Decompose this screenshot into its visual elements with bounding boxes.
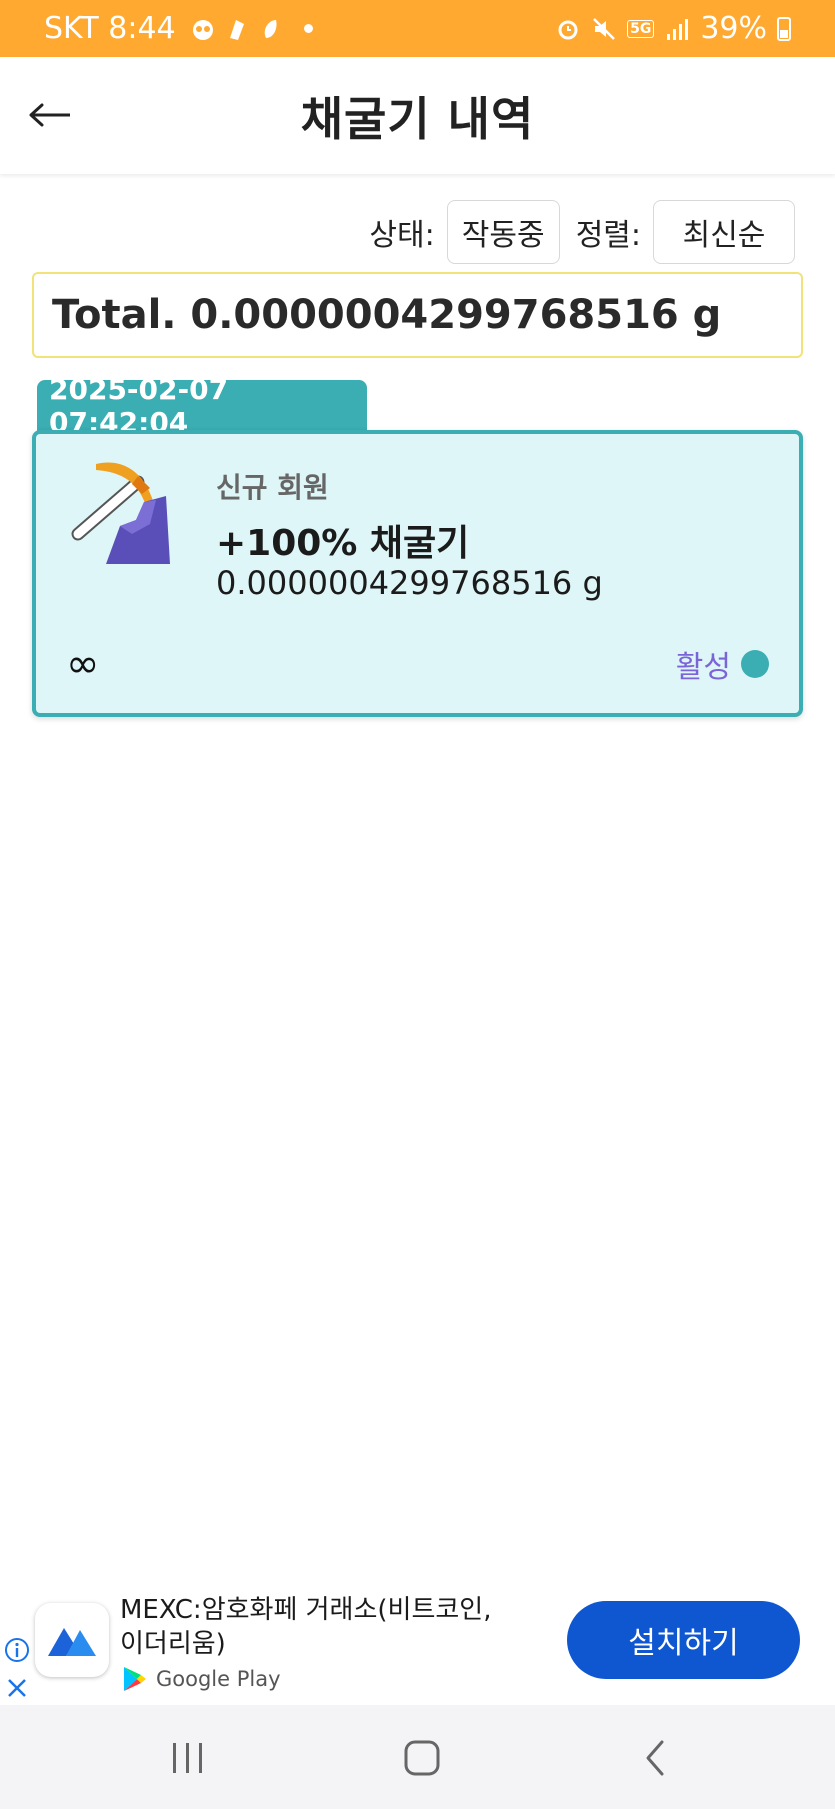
ad-info-icon[interactable] <box>4 1637 30 1663</box>
ad-banner[interactable]: MEXC:암호화페 거래소(비트코인, 이더리움) Google Play 설치… <box>0 1583 835 1705</box>
home-button[interactable] <box>392 1735 452 1781</box>
miner-status: 활성 <box>676 642 769 686</box>
status-left: SKT 8:44 <box>44 11 313 46</box>
active-status-label: 활성 <box>675 650 731 685</box>
page-title: 채굴기 내역 <box>300 91 535 146</box>
miner-subtitle: 신규 회원 <box>216 471 329 504</box>
app-header: 채굴기 내역 <box>0 57 835 174</box>
battery-percent: 39% <box>700 11 767 46</box>
ad-store: Google Play <box>122 1665 281 1693</box>
back-button[interactable] <box>20 85 80 145</box>
miner-title: +100% 채굴기 <box>216 523 470 564</box>
status-bar: SKT 8:44 5G 39% <box>0 0 835 57</box>
signal-icon <box>667 18 689 40</box>
status-filter-select[interactable]: 작동중 <box>446 200 560 264</box>
miner-card[interactable]: 신규 회원 +100% 채굴기 0.0000004299768516 g ∞ 활… <box>32 430 803 717</box>
back-arrow-icon <box>29 103 70 127</box>
notification-icons <box>190 16 284 42</box>
sort-filter-select[interactable]: 최신순 <box>653 200 795 264</box>
network-type: 5G <box>627 19 655 38</box>
infinity-icon: ∞ <box>66 641 100 687</box>
alarm-icon <box>558 20 578 39</box>
google-play-icon <box>124 1667 146 1691</box>
ad-store-label: Google Play <box>156 1667 281 1691</box>
recent-apps-icon <box>173 1743 202 1773</box>
leaf-notification-icon <box>264 19 277 38</box>
battery-icon <box>777 16 791 41</box>
ginger-notification-icon <box>229 19 244 40</box>
system-nav-bar <box>0 1705 835 1809</box>
status-filter-label: 상태: <box>369 218 435 253</box>
home-icon <box>404 1740 440 1776</box>
install-button[interactable]: 설치하기 <box>567 1601 800 1679</box>
status-right: 5G 39% <box>555 11 791 46</box>
recent-apps-button[interactable] <box>158 1735 218 1781</box>
ad-close-icon[interactable] <box>4 1675 30 1701</box>
ad-title[interactable]: MEXC:암호화페 거래소(비트코인, 이더리움) <box>120 1593 520 1661</box>
total-text: Total. 0.0000004299768516 g <box>52 292 722 338</box>
notification-dot-icon <box>303 24 313 33</box>
mexc-logo-icon <box>48 1628 96 1656</box>
mute-icon <box>593 17 615 40</box>
back-chevron-icon <box>646 1740 664 1776</box>
sort-filter-label: 정렬: <box>575 218 641 253</box>
miner-date-tab: 2025-02-07 07:42:04 <box>37 373 367 439</box>
carrier-time: SKT 8:44 <box>44 11 176 46</box>
pickaxe-icon <box>71 462 170 564</box>
back-nav-button[interactable] <box>625 1735 685 1781</box>
total-summary: Total. 0.0000004299768516 g <box>32 272 803 358</box>
ad-app-icon[interactable] <box>35 1603 109 1677</box>
miner-amount: 0.0000004299768516 g <box>216 564 603 602</box>
active-status-dot-icon <box>741 650 769 678</box>
filter-bar: 상태: 작동중 정렬: 최신순 <box>369 200 795 264</box>
app-notification-icon <box>192 19 213 40</box>
